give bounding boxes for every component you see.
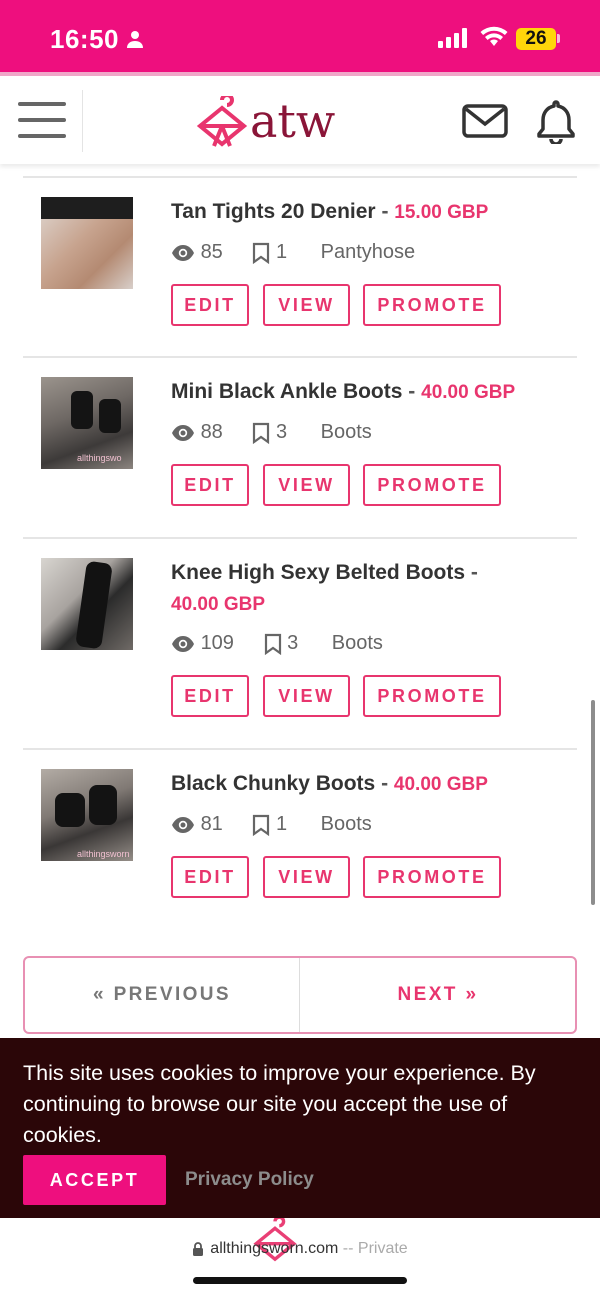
- listing-thumbnail[interactable]: allthingswo: [41, 377, 133, 469]
- battery-tip: [557, 34, 560, 43]
- view-button[interactable]: VIEW: [263, 856, 350, 898]
- edit-button[interactable]: EDIT: [171, 284, 249, 326]
- listing-category: Pantyhose: [320, 241, 416, 264]
- private-label: -- Private: [338, 1240, 408, 1257]
- lock-icon: [193, 1241, 204, 1256]
- view-button[interactable]: VIEW: [263, 464, 350, 506]
- privacy-policy-link[interactable]: Privacy Policy: [185, 1169, 314, 1191]
- save-count: 1: [275, 813, 288, 836]
- previous-page-button[interactable]: « PREVIOUS: [25, 958, 300, 1032]
- browser-bottom-bar: allthingsworn.com -- Private: [0, 1218, 600, 1298]
- save-count: 3: [287, 632, 299, 655]
- next-page-button[interactable]: NEXT »: [301, 958, 575, 1032]
- save-count: 3: [275, 421, 288, 444]
- accept-cookies-button[interactable]: ACCEPT: [23, 1155, 166, 1205]
- listing-thumbnail[interactable]: allthingsworn: [41, 769, 133, 861]
- edit-button[interactable]: EDIT: [171, 675, 249, 717]
- hamburger-menu-icon[interactable]: [18, 102, 66, 142]
- top-navbar: atw: [0, 72, 600, 164]
- view-count: 88: [200, 421, 223, 444]
- listing-category: Boots: [331, 632, 383, 655]
- bookmark-icon: [264, 633, 281, 655]
- listing-title[interactable]: Black Chunky Boots - 40.00 GBP: [171, 768, 551, 800]
- listing-row: allthingsworn Black Chunky Boots - 40.00…: [23, 748, 577, 930]
- eye-icon: [172, 816, 194, 833]
- bell-icon[interactable]: [536, 98, 576, 144]
- cookie-banner: This site uses cookies to improve your e…: [0, 1038, 600, 1218]
- listing-thumbnail[interactable]: [41, 197, 133, 289]
- wifi-icon: [480, 26, 508, 46]
- listing-meta: 88 3 Boots: [171, 421, 372, 444]
- pagination: « PREVIOUS NEXT »: [23, 956, 577, 1034]
- eye-icon: [172, 635, 194, 652]
- save-count: 1: [275, 241, 288, 264]
- listing-row: Tan Tights 20 Denier - 15.00 GBP 85 1 Pa…: [23, 176, 577, 358]
- bookmark-icon: [253, 422, 270, 444]
- url-text: allthingsworn.com: [210, 1240, 339, 1257]
- listing-thumbnail[interactable]: [41, 558, 133, 650]
- address-bar[interactable]: allthingsworn.com -- Private: [0, 1240, 600, 1258]
- status-bar: 16:50 26: [0, 0, 600, 72]
- person-icon: [127, 31, 143, 48]
- hanger-logo-icon: [196, 96, 248, 147]
- promote-button[interactable]: PROMOTE: [363, 464, 501, 506]
- listing-meta: 85 1 Pantyhose: [171, 241, 415, 264]
- mail-icon[interactable]: [462, 104, 508, 138]
- edit-button[interactable]: EDIT: [171, 856, 249, 898]
- listing-title[interactable]: Tan Tights 20 Denier - 15.00 GBP: [171, 196, 551, 228]
- view-count: 81: [200, 813, 223, 836]
- listing-category: Boots: [320, 813, 372, 836]
- cookie-message: This site uses cookies to improve your e…: [23, 1061, 536, 1147]
- thumbnail-watermark: allthingswo: [77, 453, 122, 463]
- view-button[interactable]: VIEW: [263, 284, 350, 326]
- promote-button[interactable]: PROMOTE: [363, 856, 501, 898]
- listing-category: Boots: [320, 421, 372, 444]
- listing-price: 40.00 GBP: [421, 382, 516, 403]
- thumbnail-watermark: allthingsworn: [77, 849, 130, 859]
- listing-price: 40.00 GBP: [171, 594, 265, 615]
- promote-button[interactable]: PROMOTE: [363, 284, 501, 326]
- promote-button[interactable]: PROMOTE: [363, 675, 501, 717]
- eye-icon: [172, 424, 194, 441]
- listing-price: 40.00 GBP: [393, 774, 488, 795]
- nav-divider: [82, 90, 83, 152]
- logo-text: atw: [250, 94, 336, 148]
- site-logo[interactable]: atw: [196, 94, 376, 152]
- view-button[interactable]: VIEW: [263, 675, 350, 717]
- edit-button[interactable]: EDIT: [171, 464, 249, 506]
- listing-meta: 109 3 Boots: [171, 632, 383, 655]
- view-count: 109: [200, 632, 234, 655]
- listing-title[interactable]: Mini Black Ankle Boots - 40.00 GBP: [171, 376, 551, 408]
- listing-meta: 81 1 Boots: [171, 813, 372, 836]
- bookmark-icon: [253, 242, 270, 264]
- view-count: 85: [200, 241, 223, 264]
- bookmark-icon: [253, 814, 270, 836]
- eye-icon: [172, 244, 194, 261]
- signal-icon: [438, 28, 467, 48]
- listing-title[interactable]: Knee High Sexy Belted Boots -40.00 GBP: [171, 557, 551, 620]
- battery-icon: 26: [516, 28, 556, 50]
- listing-price: 15.00 GBP: [394, 202, 489, 223]
- listing-row: allthingswo Mini Black Ankle Boots - 40.…: [23, 356, 577, 538]
- home-indicator[interactable]: [193, 1277, 407, 1284]
- listing-row: Knee High Sexy Belted Boots -40.00 GBP 1…: [23, 537, 577, 749]
- scrollbar[interactable]: [591, 700, 595, 905]
- clock: 16:50: [50, 24, 119, 54]
